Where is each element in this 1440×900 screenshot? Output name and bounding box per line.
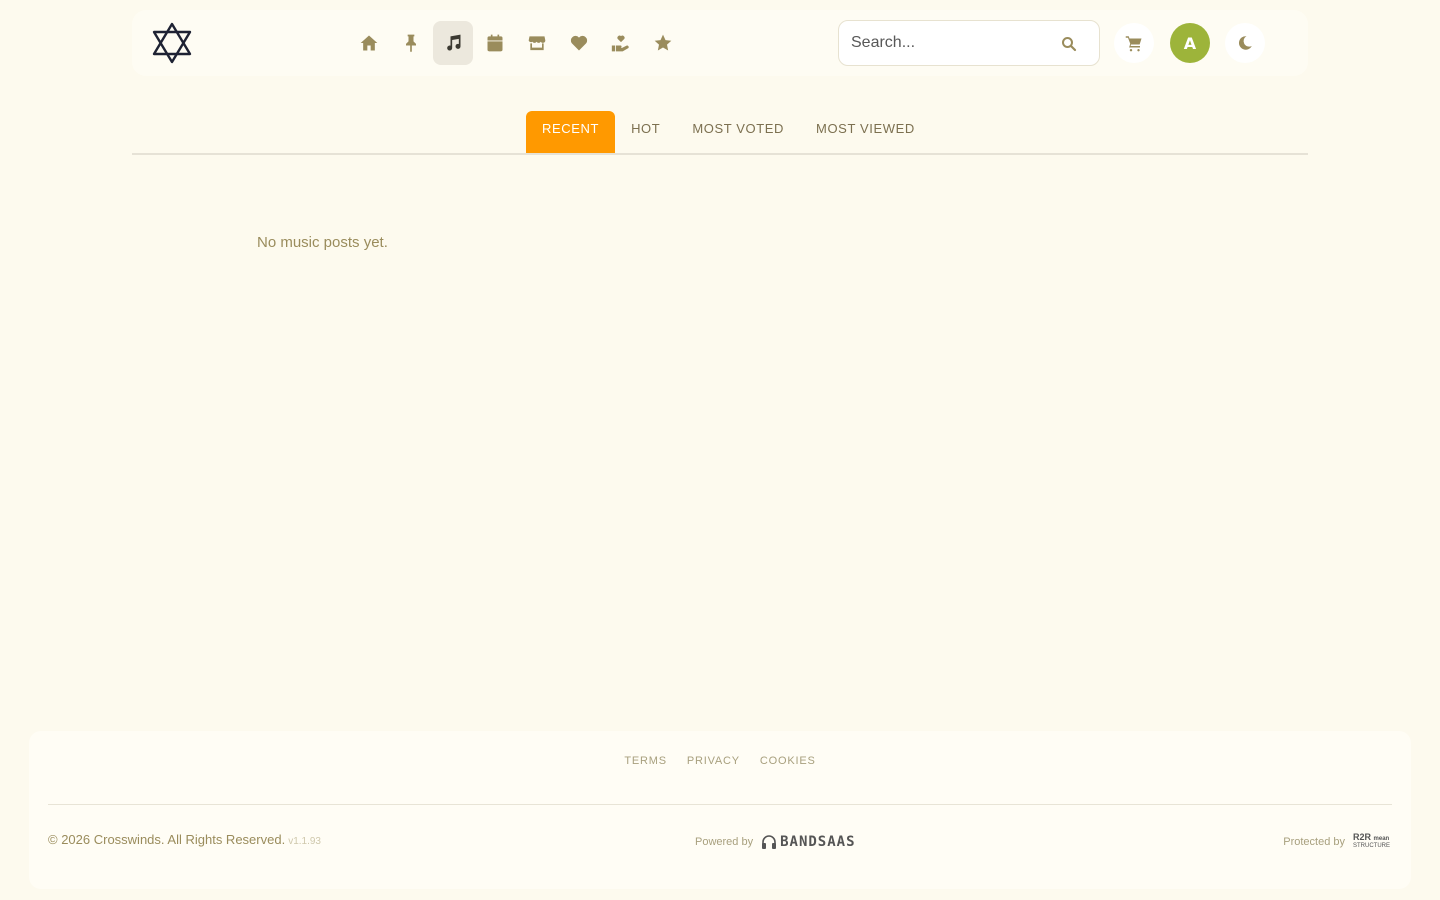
tab-most-voted[interactable]: MOST VOTED (676, 111, 800, 153)
r2r-logo[interactable]: R2R mean STRUCTURE (1353, 833, 1390, 850)
nav-home[interactable] (349, 21, 389, 65)
top-navbar: A (132, 10, 1308, 76)
protected-by: Protected by R2R mean STRUCTURE (1283, 833, 1390, 850)
page: A RECENT HOT MOST VOTED MOST VIEWED No m… (0, 0, 1440, 900)
protected-by-label: Protected by (1283, 836, 1345, 848)
home-icon (360, 35, 378, 51)
main-nav (349, 21, 683, 65)
footer-link-cookies[interactable]: COOKIES (760, 755, 816, 767)
nav-store[interactable] (517, 21, 557, 65)
empty-state-message: No music posts yet. (257, 234, 388, 251)
version-label: v1.1.93 (288, 836, 321, 847)
pushpin-icon (406, 34, 416, 53)
crosswinds-logo-icon[interactable] (150, 21, 194, 65)
tab-recent[interactable]: RECENT (526, 111, 616, 153)
nav-music[interactable] (433, 21, 473, 65)
cart-button[interactable] (1114, 23, 1154, 63)
nav-donate[interactable] (601, 21, 641, 65)
footer-links: TERMS PRIVACY COOKIES (29, 755, 1411, 767)
tab-most-viewed[interactable]: MOST VIEWED (800, 111, 931, 153)
bandsaas-wordmark: BANDSAAS (780, 834, 856, 850)
search-input[interactable] (851, 21, 1051, 65)
heart-icon (570, 35, 588, 51)
nav-pinned[interactable] (391, 21, 431, 65)
nav-events[interactable] (475, 21, 515, 65)
calendar-icon (487, 34, 503, 52)
music-note-icon (447, 34, 461, 51)
post-sort-tabs: RECENT HOT MOST VOTED MOST VIEWED (132, 111, 1308, 155)
footer-link-privacy[interactable]: PRIVACY (687, 755, 740, 767)
copyright-text: © 2026 Crosswinds. All Rights Reserved. (48, 832, 286, 847)
tab-hot[interactable]: HOT (615, 111, 676, 153)
theme-toggle-button[interactable] (1225, 23, 1265, 63)
powered-by: Powered by BANDSAAS (695, 834, 856, 850)
cart-icon (1125, 36, 1142, 52)
powered-by-label: Powered by (695, 836, 754, 848)
footer-divider (48, 804, 1392, 805)
bandsaas-logo[interactable]: BANDSAAS (761, 834, 855, 850)
nav-favorites[interactable] (559, 21, 599, 65)
moon-icon (1238, 36, 1252, 50)
copyright: © 2026 Crosswinds. All Rights Reserved. v… (48, 832, 321, 847)
hand-heart-icon (611, 35, 629, 52)
search-icon[interactable] (1061, 36, 1077, 52)
search-box (838, 20, 1100, 66)
headphones-icon (762, 835, 777, 849)
footer: TERMS PRIVACY COOKIES © 2026 Crosswinds.… (29, 731, 1411, 889)
footer-link-terms[interactable]: TERMS (624, 755, 667, 767)
nav-featured[interactable] (643, 21, 683, 65)
star-icon (654, 34, 672, 51)
store-icon (528, 36, 546, 51)
user-avatar[interactable]: A (1170, 23, 1210, 63)
